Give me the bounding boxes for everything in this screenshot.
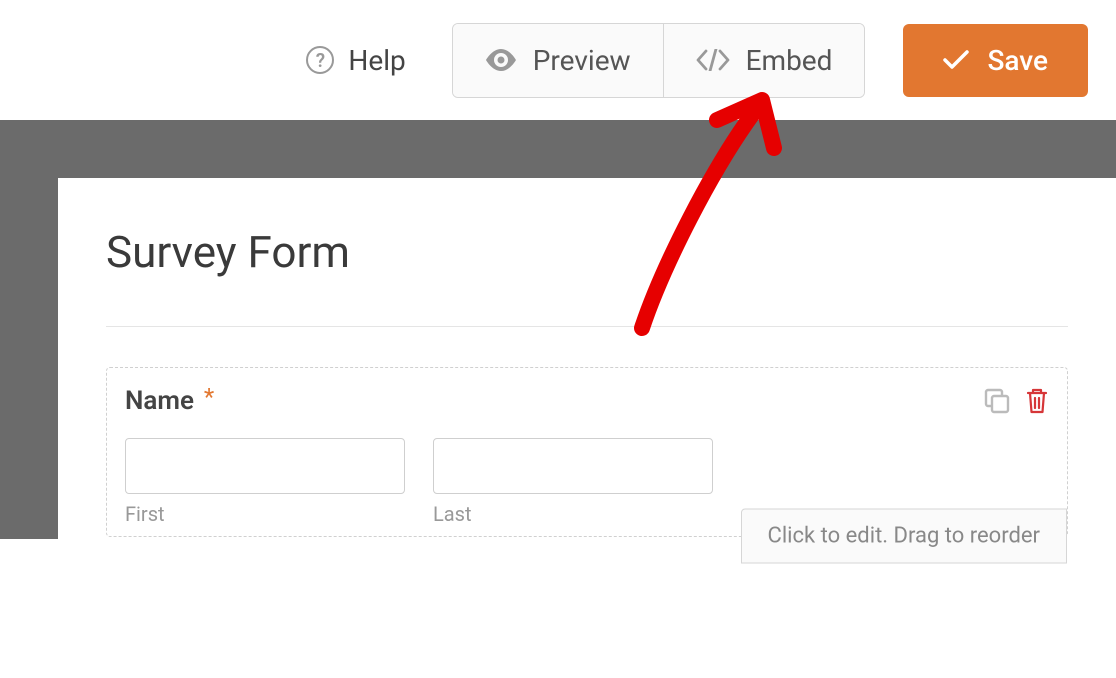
duplicate-icon[interactable] [983,387,1011,415]
field-actions [983,387,1049,415]
help-icon: ? [306,46,334,74]
save-button[interactable]: Save [903,24,1088,97]
check-icon [943,50,969,70]
reorder-hint: Click to edit. Drag to reorder [741,509,1067,564]
name-field-block[interactable]: Name * First [106,367,1068,537]
first-name-sublabel: First [125,502,405,526]
field-label-wrap: Name * [125,386,214,416]
preview-button[interactable]: Preview [453,24,663,97]
field-label: Name [125,386,194,416]
toolbar: ? Help Preview Embed Save [0,0,1116,120]
last-name-column: Last [433,438,713,526]
embed-button[interactable]: Embed [663,24,865,97]
form-card: Survey Form Name * [58,178,1116,678]
save-label: Save [987,44,1048,77]
help-button[interactable]: ? Help [278,30,433,91]
first-name-input[interactable] [125,438,405,494]
form-title[interactable]: Survey Form [106,226,1068,278]
code-icon [696,49,730,71]
field-header: Name * [125,386,1049,416]
embed-label: Embed [746,44,833,77]
last-name-sublabel: Last [433,502,713,526]
preview-embed-group: Preview Embed [452,23,866,98]
eye-icon [485,49,517,71]
preview-label: Preview [533,44,631,77]
first-name-column: First [125,438,405,526]
required-marker: * [204,383,214,411]
help-label: Help [348,44,405,77]
form-canvas: Survey Form Name * [0,120,1116,539]
divider [106,326,1068,327]
last-name-input[interactable] [433,438,713,494]
trash-icon[interactable] [1025,387,1049,415]
